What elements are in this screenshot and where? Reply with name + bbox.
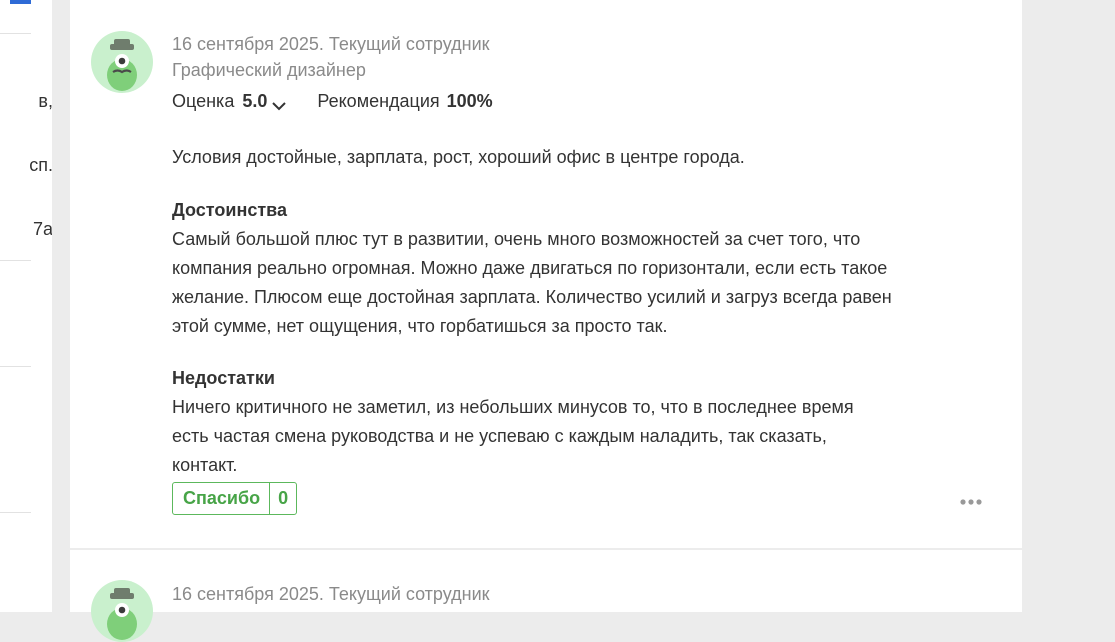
review-card: 16 сентября 2025. Текущий сотрудник Граф… — [70, 0, 1022, 548]
review-summary: Условия достойные, зарплата, рост, хорош… — [172, 147, 745, 167]
thanks-button[interactable]: Спасибо 0 — [172, 482, 298, 515]
cons-text: Ничего критичного не заметил, из небольш… — [172, 397, 854, 475]
more-dots-icon[interactable] — [959, 495, 985, 507]
review-meta: 16 сентября 2025. Текущий сотрудник — [172, 584, 490, 604]
left-divider — [0, 366, 31, 367]
left-blue-accent — [10, 0, 31, 4]
thanks-count: 0 — [269, 483, 296, 514]
left-text-fragment: в, — [38, 91, 52, 111]
rating-label: Оценка — [172, 91, 235, 111]
thanks-label: Спасибо — [183, 488, 261, 508]
left-divider — [0, 33, 31, 34]
left-text-fragment: 7а — [32, 219, 52, 239]
monster-avatar-icon[interactable] — [91, 31, 153, 93]
review-meta: 16 сентября 2025. Текущий сотрудник — [172, 34, 490, 54]
left-sidebar-panel: в, сп. 7а — [0, 0, 52, 612]
pros-text: Самый большой плюс тут в развитии, очень… — [172, 229, 892, 336]
left-text-fragment: сп. — [29, 155, 52, 175]
cons-section: Недостатки Ничего критичного не заметил,… — [172, 364, 892, 480]
chevron-down-icon[interactable] — [271, 96, 287, 110]
pros-section: Достоинства Самый большой плюс тут в раз… — [172, 196, 892, 341]
left-divider — [0, 512, 31, 513]
rating-value[interactable]: 5.0 — [242, 91, 267, 112]
rating-row: Оценка 5.0 Рекомендация 100% — [172, 91, 493, 112]
recommend-value: 100% — [446, 91, 493, 111]
review-card-next: 16 сентября 2025. Текущий сотрудник — [70, 550, 1022, 642]
review-position: Графический дизайнер — [172, 60, 366, 80]
recommend-label: Рекомендация — [317, 91, 440, 111]
left-divider — [0, 260, 31, 261]
pros-title: Достоинства — [172, 200, 287, 220]
monster-avatar-icon[interactable] — [91, 580, 153, 642]
cons-title: Недостатки — [172, 368, 275, 388]
